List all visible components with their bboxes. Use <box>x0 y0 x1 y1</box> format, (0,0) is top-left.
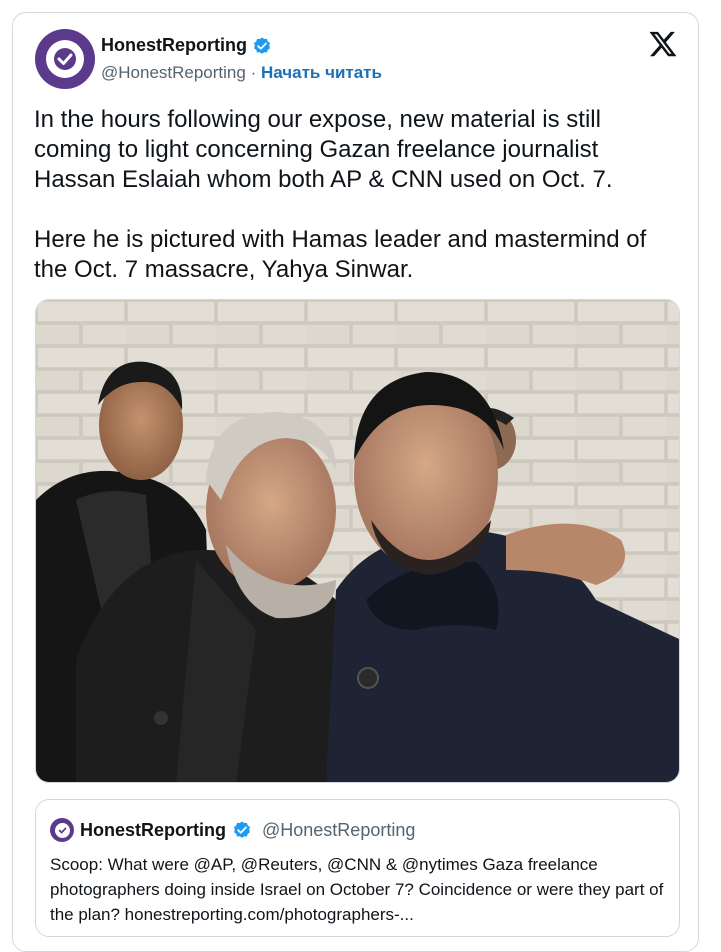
checkmark-logo-icon <box>58 827 66 833</box>
follow-link[interactable]: Начать читать <box>261 63 382 82</box>
x-logo-icon[interactable] <box>648 29 678 59</box>
quoted-handle: @HonestReporting <box>262 819 416 840</box>
quoted-display-name: HonestReporting <box>80 819 226 840</box>
handle[interactable]: @HonestReporting <box>101 63 246 82</box>
photo-image <box>36 300 679 782</box>
verified-badge-icon <box>234 821 250 838</box>
tweet-text: In the hours following our expose, new m… <box>34 106 647 283</box>
checkmark-logo-icon <box>54 48 76 70</box>
verified-badge-icon <box>254 36 270 54</box>
quoted-text: Scoop: What were @AP, @Reuters, @CNN & @… <box>50 855 664 924</box>
tweet-card: HonestReporting @HonestReporting · Начат… <box>12 12 699 952</box>
tweet-photo[interactable] <box>35 299 680 783</box>
quoted-avatar <box>50 818 74 842</box>
quoted-tweet[interactable]: HonestReporting @HonestReporting Scoop: … <box>35 799 680 937</box>
profile-avatar[interactable] <box>35 29 95 89</box>
separator: · <box>245 63 261 82</box>
display-name[interactable]: HonestReporting <box>101 35 247 56</box>
